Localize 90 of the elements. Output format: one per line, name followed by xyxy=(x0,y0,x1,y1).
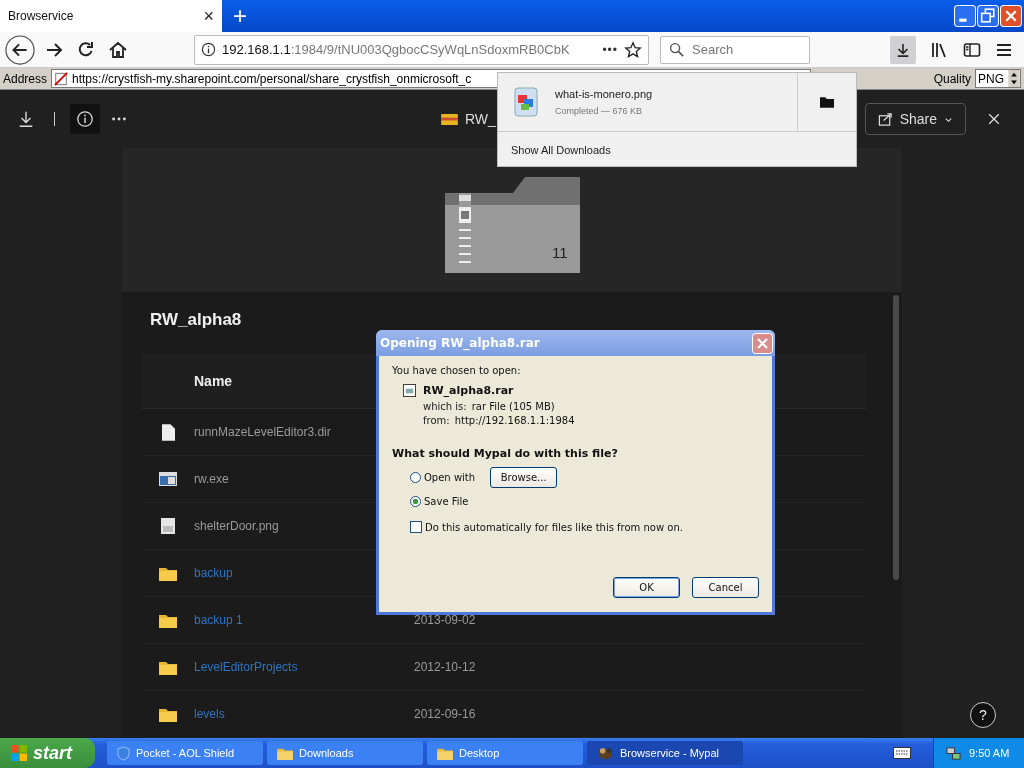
dialog-intro: You have chosen to open: xyxy=(392,365,522,376)
new-tab-button[interactable]: + xyxy=(233,0,247,32)
spinner-arrows-icon[interactable] xyxy=(1008,70,1020,88)
image-file-icon xyxy=(514,87,538,117)
star-icon[interactable] xyxy=(624,40,642,59)
file-name: rw.exe xyxy=(194,472,230,486)
modified-date: 2012-10-12 xyxy=(414,660,476,674)
file-name: runnMazeLevelEditor3.dir xyxy=(194,425,332,439)
checkbox-label[interactable]: Do this automatically for files like this from now on. xyxy=(425,521,683,533)
restore-icon[interactable] xyxy=(977,5,999,27)
url-field[interactable]: 192.168.1.1:1984/9/tNU003QgbocCSyWqLnSdoxmRB0CbK ••• xyxy=(194,34,649,65)
quality-label: Quality xyxy=(933,71,971,86)
share-icon xyxy=(877,111,893,127)
home-icon[interactable] xyxy=(108,39,128,60)
info-icon xyxy=(76,110,94,128)
taskbar-item[interactable]: Pocket - AOL Shield xyxy=(107,741,263,765)
option-label[interactable]: Open with xyxy=(424,471,476,483)
search-field[interactable]: Search xyxy=(660,35,810,64)
network-icon[interactable] xyxy=(946,745,961,761)
info-button[interactable] xyxy=(70,104,100,134)
address-label: Address xyxy=(3,71,48,86)
app-icon xyxy=(597,745,614,761)
option-label[interactable]: Save File xyxy=(424,495,469,507)
zip-folder-icon xyxy=(441,112,458,126)
download-icon[interactable] xyxy=(17,110,35,128)
zip-folder-icon xyxy=(444,177,580,273)
taskbar-item[interactable]: Desktop xyxy=(427,741,583,765)
file-name: RW_alpha8.rar xyxy=(423,384,514,397)
downloads-button[interactable] xyxy=(890,35,916,64)
show-all-downloads-link[interactable]: Show All Downloads xyxy=(498,132,856,166)
file-icon xyxy=(403,384,416,397)
file-source: http://192.168.1.1:1984 xyxy=(454,415,575,426)
file-name[interactable]: LevelEditorProjects xyxy=(194,660,414,674)
download-icon xyxy=(896,42,910,57)
page-icon xyxy=(54,71,69,86)
page-actions-button[interactable]: ••• xyxy=(602,42,618,57)
image-icon xyxy=(161,518,175,534)
folder-icon xyxy=(277,746,293,760)
url-text: 192.168.1.1:1984/9/tNU003QgbocCSyWqLnSdoxmRB0CbK xyxy=(222,42,571,58)
close-icon[interactable] xyxy=(986,111,1002,127)
folder-icon[interactable] xyxy=(820,96,834,108)
checkbox[interactable] xyxy=(410,521,422,533)
modified-date: 2013-09-02 xyxy=(414,613,476,627)
folder-icon xyxy=(159,706,177,722)
info-icon[interactable] xyxy=(201,42,216,58)
dialog-question: What should Mypal do with this file? xyxy=(392,447,619,460)
item-count: 11 xyxy=(551,244,568,261)
quality-spinner[interactable]: PNG xyxy=(975,69,1021,89)
download-name[interactable]: what-is-monero.png xyxy=(555,88,797,100)
taskbar-item[interactable]: Downloads xyxy=(267,741,423,765)
address-text: https://crystfish-my.sharepoint.com/personal/share_crystfish_onmicrosoft_c xyxy=(72,71,472,86)
dialog-title: Opening RW_alpha8.rar xyxy=(380,336,540,350)
help-button[interactable]: ? xyxy=(970,702,996,728)
folder-icon xyxy=(437,746,453,760)
type-label: which is: xyxy=(423,401,467,412)
folder-icon xyxy=(159,612,177,628)
windows-logo-icon xyxy=(10,744,28,762)
radio-button[interactable] xyxy=(410,471,421,483)
folder-title: RW_alpha8 xyxy=(149,310,243,330)
browse-button[interactable]: Browse... xyxy=(490,466,558,488)
file-title: RW_ xyxy=(465,111,496,127)
browser-tab[interactable]: Browservice × xyxy=(0,0,222,32)
ok-button[interactable]: OK xyxy=(613,577,680,598)
search-icon xyxy=(669,42,684,58)
shield-icon xyxy=(117,745,130,761)
keyboard-icon[interactable] xyxy=(893,747,911,759)
modified-date: 2012-09-16 xyxy=(414,707,476,721)
minimize-icon[interactable] xyxy=(954,5,976,27)
search-input[interactable]: Search xyxy=(690,41,794,59)
share-button[interactable]: Share xyxy=(864,103,966,135)
file-name[interactable]: levels xyxy=(194,707,414,721)
start-button[interactable]: start xyxy=(0,738,95,768)
back-icon[interactable] xyxy=(5,34,35,65)
tab-title: Browservice xyxy=(8,9,74,23)
cancel-button[interactable]: Cancel xyxy=(692,577,759,598)
file-icon xyxy=(161,423,175,441)
column-header[interactable]: Name xyxy=(194,373,233,389)
scrollbar-thumb[interactable] xyxy=(893,295,899,580)
folder-icon xyxy=(159,659,177,675)
folder-icon xyxy=(159,565,177,581)
taskbar-item[interactable]: Browservice - Mypal xyxy=(587,741,743,765)
source-label: from: xyxy=(423,415,450,426)
window-icon xyxy=(159,472,177,486)
file-type: rar File (105 MB) xyxy=(471,401,555,412)
close-tab-button[interactable]: × xyxy=(203,5,214,27)
radio-button[interactable] xyxy=(410,495,421,507)
clock: 9:50 AM xyxy=(969,747,1010,759)
file-name: shelterDoor.png xyxy=(194,519,280,533)
download-status: Completed — 676 KB xyxy=(555,106,644,116)
file-name[interactable]: backup 1 xyxy=(194,613,414,627)
